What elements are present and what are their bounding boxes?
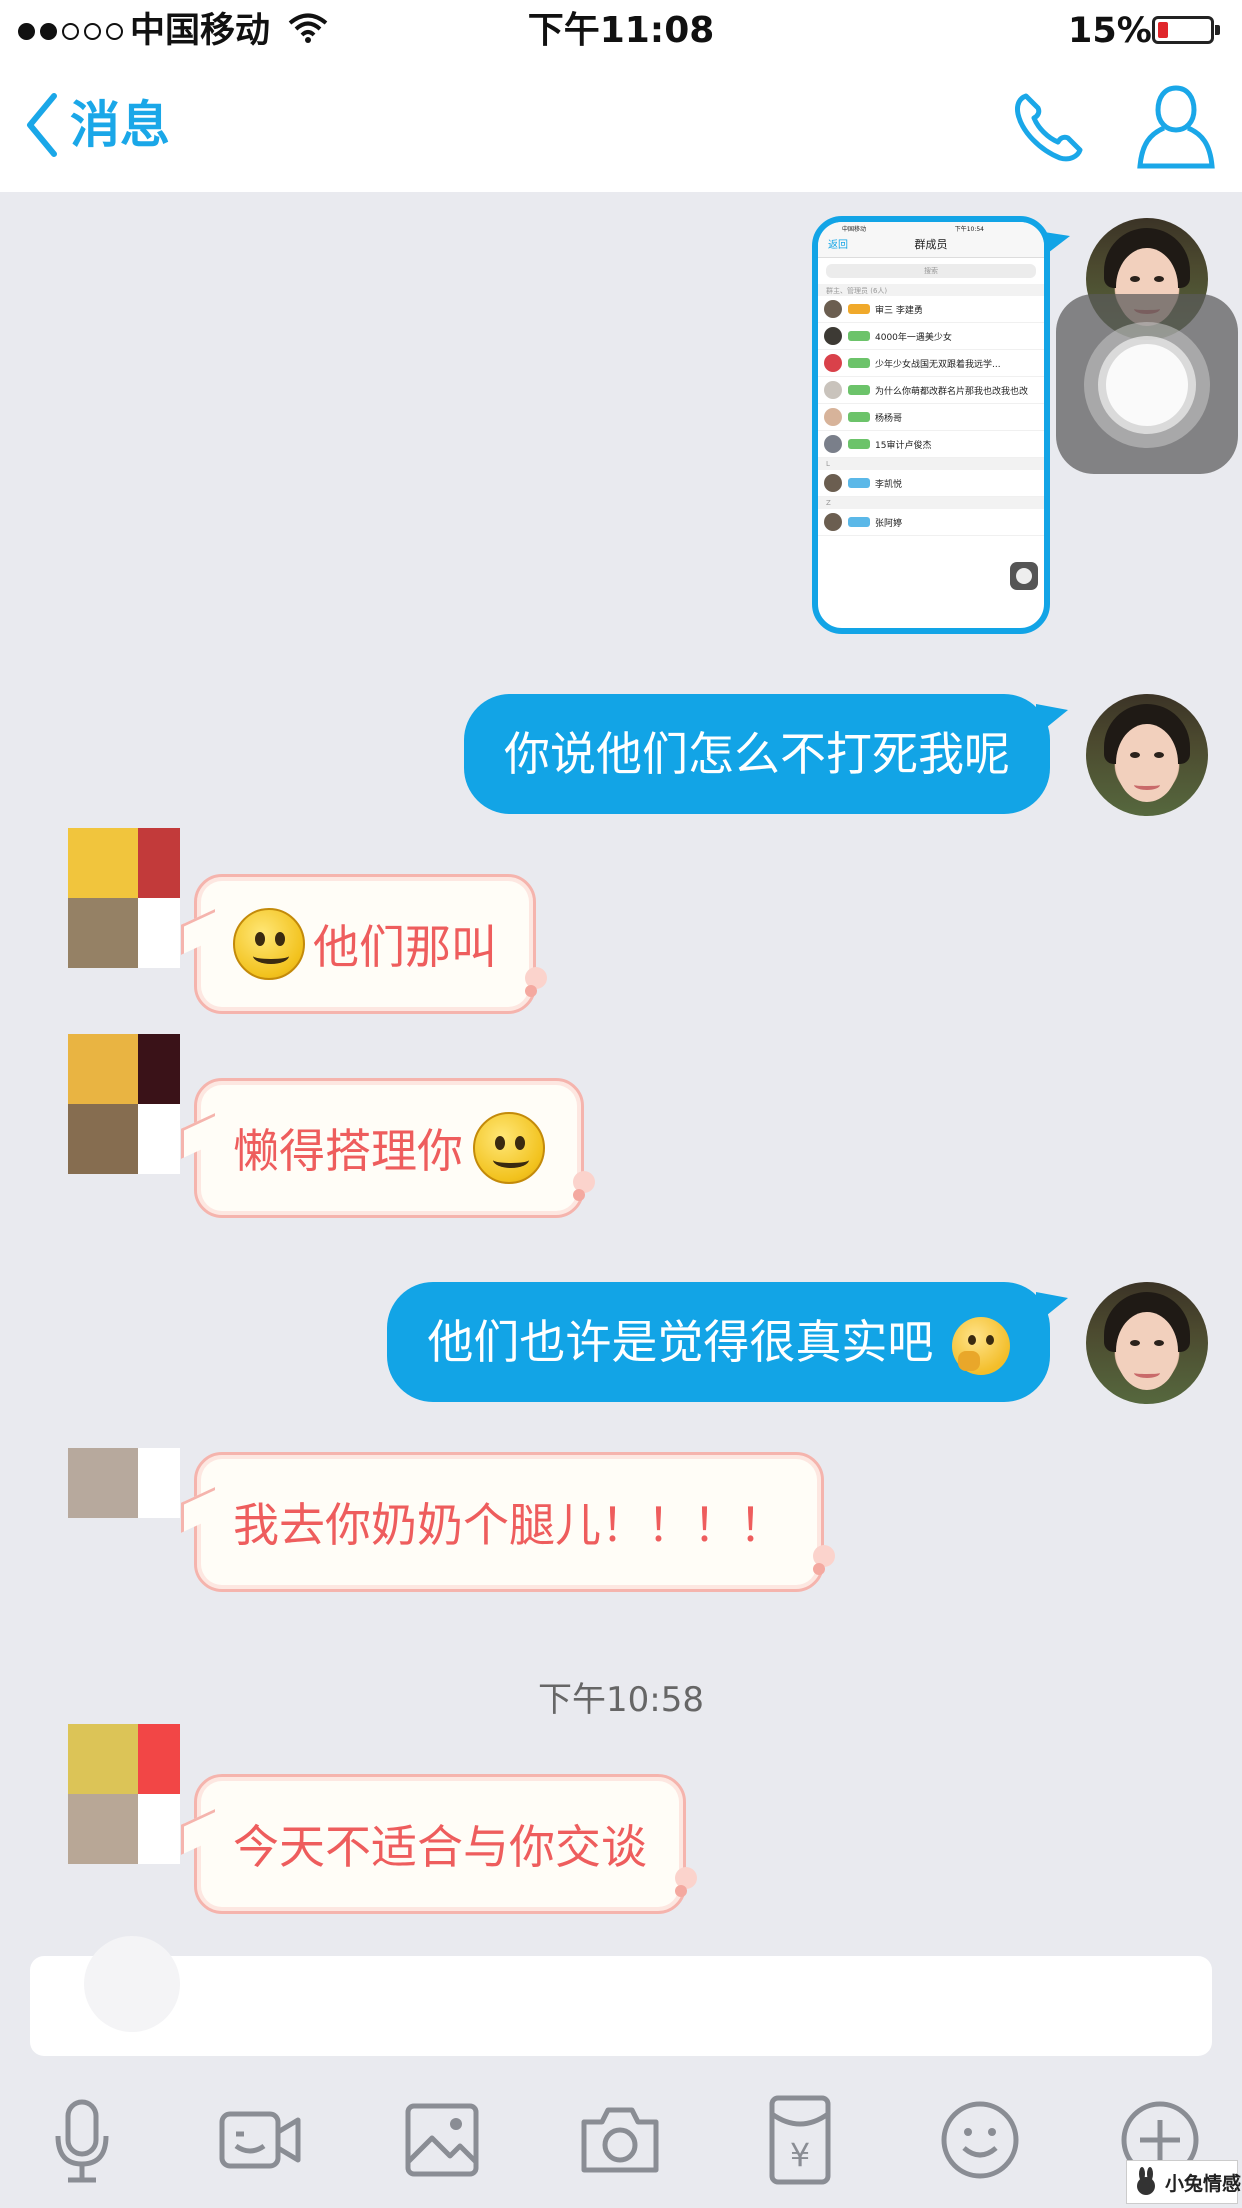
rabbit-logo-icon [1131, 2167, 1161, 2197]
message-text: 我去你奶奶个腿儿！！！！ [233, 1498, 785, 1552]
outgoing-message-bubble[interactable]: 他们也许是觉得很真实吧 [387, 1282, 1068, 1402]
shot-member-tag [848, 517, 870, 527]
shot-search-placeholder: 搜索 [924, 267, 938, 275]
shot-member-row: 杨杨哥 [818, 404, 1044, 431]
shot-carrier: 中国移动 [842, 226, 867, 233]
shot-member-row: 少年少女战国无双跟着我远学... [818, 350, 1044, 377]
contact-avatar[interactable] [68, 828, 180, 968]
incoming-message-bubble[interactable]: 懒得搭理你 [181, 1078, 595, 1218]
outgoing-message-bubble[interactable]: 你说他们怎么不打死我呢 [464, 694, 1068, 814]
shot-member-name: 张阿婷 [875, 518, 903, 529]
message-input[interactable] [30, 1956, 1212, 2056]
shot-member-tag [848, 412, 870, 422]
shot-member-avatar [824, 381, 842, 399]
message-text: 他们也许是觉得很真实吧 [427, 1315, 934, 1369]
shot-member-row: 4000年一遇美少女 [818, 323, 1044, 350]
phone-icon[interactable] [1012, 88, 1088, 164]
shot-member-name: 15审计卢俊杰 [875, 440, 932, 451]
partial-avatar [84, 1936, 180, 2032]
shot-title: 群成员 [914, 238, 948, 251]
red-packet-symbol: ¥ [790, 2136, 810, 2174]
watermark-text: 小兔情感 [1165, 2172, 1242, 2195]
video-icon[interactable] [210, 2090, 310, 2190]
battery-icon [1152, 16, 1220, 44]
shot-member-tag [848, 385, 870, 395]
shot-section-admins: 群主、管理员 (6人) [818, 284, 1044, 296]
shot-member-row: 李凯悦 [818, 470, 1044, 497]
contact-avatar[interactable] [68, 1448, 180, 1588]
my-avatar[interactable] [1086, 1282, 1208, 1404]
shot-member-row: 张阿婷 [818, 509, 1044, 536]
thinking-emoji-icon [952, 1316, 1010, 1375]
message-text: 他们那叫 [313, 920, 497, 974]
message-text: 今天不适合与你交谈 [233, 1820, 647, 1874]
shot-search: 搜索 [826, 264, 1036, 278]
screenshot-image-message[interactable]: 返回 群成员 中国移动 下午10:54 搜索 群主、管理员 (6人) 审三 李建… [812, 216, 1050, 634]
profile-icon[interactable] [1136, 82, 1216, 170]
back-button[interactable]: 消息 [22, 90, 170, 160]
message-timestamp: 下午10:58 [538, 1680, 704, 1720]
assistive-touch-button[interactable] [1056, 294, 1238, 474]
camera-icon[interactable] [570, 2090, 670, 2190]
shot-section-l: L [818, 458, 1044, 470]
watermark-logo: 小兔情感 [1126, 2160, 1242, 2204]
shot-member-tag [848, 478, 870, 488]
incoming-message-bubble[interactable]: 他们那叫 [181, 874, 547, 1014]
shot-member-tag [848, 331, 870, 341]
shot-section-z: Z [818, 497, 1044, 509]
shot-member-avatar [824, 354, 842, 372]
shot-member-avatar [824, 435, 842, 453]
smile-emoji-icon [233, 908, 305, 980]
incoming-message-bubble[interactable]: 我去你奶奶个腿儿！！！！ [181, 1452, 835, 1592]
incoming-message-bubble[interactable]: 今天不适合与你交谈 [181, 1774, 697, 1914]
battery-percent: 15% [1068, 11, 1152, 51]
shot-member-name: 李凯悦 [875, 479, 903, 490]
shot-member-avatar [824, 327, 842, 345]
shot-member-row: 为什么你萌都改群名片那我也改我也改 [818, 377, 1044, 404]
shot-member-tag [848, 439, 870, 449]
contact-avatar[interactable] [68, 1724, 180, 1864]
shot-member-name: 审三 李建勇 [875, 305, 923, 316]
back-label: 消息 [70, 96, 170, 154]
chevron-left-icon [27, 93, 57, 157]
shot-member-row: 审三 李建勇 [818, 296, 1044, 323]
status-time: 下午11:08 [527, 10, 715, 51]
microphone-icon[interactable] [32, 2090, 132, 2190]
image-icon[interactable] [392, 2090, 492, 2190]
contact-avatar[interactable] [68, 1034, 180, 1174]
nav-title-blurred [462, 138, 982, 192]
shot-time: 下午10:54 [954, 226, 984, 233]
shot-member-avatar [824, 408, 842, 426]
emoji-icon[interactable] [930, 2090, 1030, 2190]
message-text: 懒得搭理你 [233, 1124, 463, 1178]
shot-member-tag [848, 304, 870, 314]
shot-member-name: 4000年一遇美少女 [875, 332, 952, 343]
shot-member-tag [848, 358, 870, 368]
my-avatar[interactable] [1086, 694, 1208, 816]
shot-member-avatar [824, 474, 842, 492]
shot-member-name: 杨杨哥 [875, 413, 903, 424]
shot-member-row: 15审计卢俊杰 [818, 431, 1044, 458]
shot-member-name: 为什么你萌都改群名片那我也改我也改 [875, 386, 1029, 397]
red-packet-icon[interactable]: ¥ [750, 2090, 850, 2190]
shot-member-avatar [824, 300, 842, 318]
shot-member-name: 少年少女战国无双跟着我远学... [875, 359, 1001, 370]
shot-assistive-touch [1010, 562, 1038, 590]
smile-emoji-icon [473, 1112, 545, 1184]
shot-member-avatar [824, 513, 842, 531]
message-text: 你说他们怎么不打死我呢 [504, 727, 1010, 781]
